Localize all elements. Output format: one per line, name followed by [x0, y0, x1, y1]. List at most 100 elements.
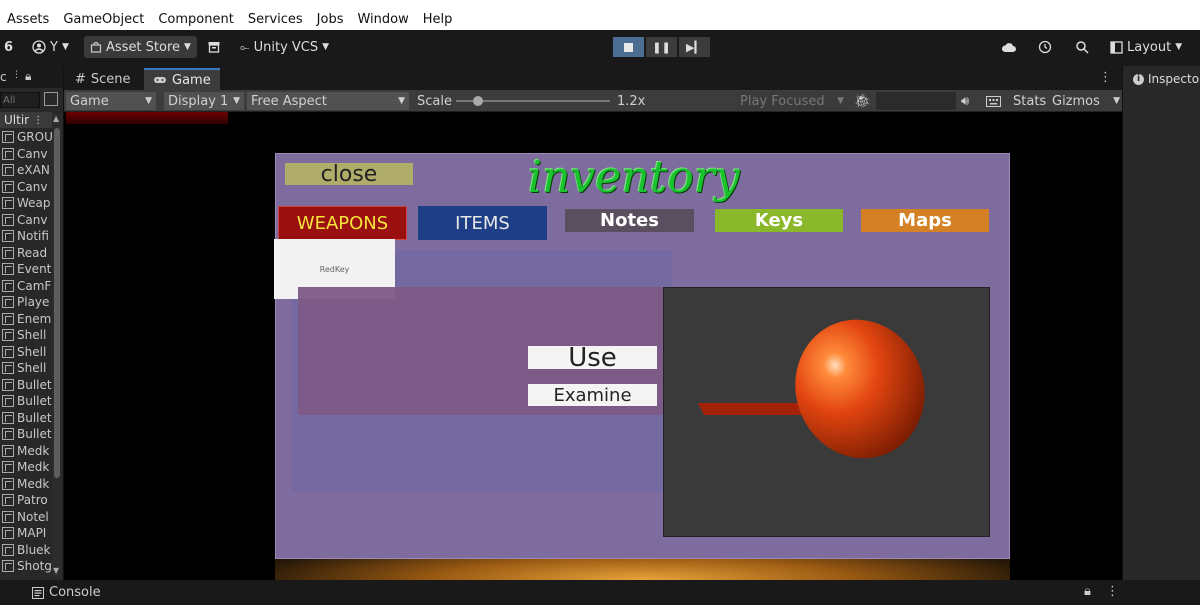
redkey-model-image — [698, 319, 925, 459]
gameobject-cube-icon — [2, 444, 14, 457]
hierarchy-tab-header: c ⋮ 🔒︎ — [0, 66, 63, 88]
hierarchy-item[interactable]: Playe — [0, 294, 52, 311]
tab-inspector[interactable]: i Inspecto — [1133, 72, 1199, 86]
hierarchy-item[interactable]: Shotg — [0, 558, 52, 575]
menu-help[interactable]: Help — [416, 12, 460, 27]
hierarchy-item[interactable]: Event — [0, 261, 52, 278]
tab-scene[interactable]: # Scene — [66, 68, 140, 90]
hierarchy-item[interactable]: Bullet — [0, 426, 52, 443]
stop-button[interactable] — [613, 37, 644, 57]
tab-keys[interactable]: Keys — [715, 209, 843, 232]
scene-red-strip — [66, 112, 228, 124]
tab-maps[interactable]: Maps — [861, 209, 989, 232]
hierarchy-item[interactable]: Medk — [0, 443, 52, 460]
history-button[interactable] — [1038, 36, 1052, 58]
search-filter-icon[interactable] — [44, 92, 58, 106]
scale-slider[interactable] — [456, 92, 610, 110]
menu-gameobject[interactable]: GameObject — [56, 12, 151, 27]
hierarchy-item[interactable]: Shell — [0, 327, 52, 344]
hierarchy-item-label: Medk — [17, 476, 50, 491]
menu-services[interactable]: Services — [241, 12, 310, 27]
more-options-icon[interactable]: ⋮ — [1106, 584, 1119, 599]
hierarchy-item[interactable]: Enem — [0, 311, 52, 328]
hierarchy-item[interactable]: Weap — [0, 195, 52, 212]
scroll-down-icon[interactable]: ▼ — [53, 566, 59, 575]
layout-icon — [1110, 40, 1123, 54]
tab-items[interactable]: ITEMS — [418, 206, 547, 240]
tab-game[interactable]: Game — [144, 68, 220, 90]
menu-component[interactable]: Component — [151, 12, 240, 27]
scroll-up-icon[interactable]: ▲ — [53, 114, 59, 123]
use-button[interactable]: Use — [528, 343, 657, 373]
stats-button[interactable]: Stats — [1013, 92, 1046, 110]
hierarchy-tab-fragment[interactable]: c — [0, 70, 7, 84]
play-mode-dropdown[interactable]: Play Focused ▼ — [736, 92, 848, 110]
hierarchy-scene-root[interactable]: Ultir ⋮ — [0, 112, 52, 128]
search-button[interactable] — [1075, 36, 1089, 58]
hierarchy-item[interactable]: Bullet — [0, 393, 52, 410]
scale-slider-knob[interactable] — [473, 96, 484, 106]
hierarchy-item[interactable]: Medk — [0, 476, 52, 493]
audio-icon[interactable]: 🔊︎ — [961, 92, 969, 110]
hierarchy-item-label: Bluek — [17, 542, 51, 557]
pause-button[interactable]: ❚❚ — [646, 37, 677, 57]
hierarchy-item[interactable]: Read — [0, 245, 52, 262]
hierarchy-item-label: Canv — [17, 212, 48, 227]
hierarchy-item[interactable]: MAPI — [0, 525, 52, 542]
bug-icon[interactable]: 🐞︎ — [854, 92, 871, 110]
cloud-button[interactable] — [1001, 36, 1017, 58]
hierarchy-item[interactable]: Patro — [0, 492, 52, 509]
hierarchy-item[interactable]: CamF — [0, 278, 52, 295]
hierarchy-item[interactable]: Shell — [0, 360, 52, 377]
tab-console[interactable]: Console — [32, 585, 101, 600]
display-dropdown[interactable]: Display 1 ▼ — [164, 92, 244, 110]
tab-weapons[interactable]: WEAPONS — [278, 206, 407, 240]
hierarchy-item[interactable]: Shell — [0, 344, 52, 361]
vcs-button[interactable]: ⟜ Unity VCS ▼ — [240, 36, 329, 58]
lock-icon[interactable]: 🔒︎ — [25, 69, 31, 84]
more-icon[interactable]: ⋮ — [33, 115, 43, 126]
hierarchy-scroll-thumb[interactable] — [54, 128, 60, 478]
close-button[interactable]: close — [285, 162, 413, 187]
play-mode-field[interactable] — [876, 92, 956, 110]
gameobject-cube-icon — [2, 345, 14, 358]
account-button[interactable]: Y ▼ — [32, 36, 69, 58]
hierarchy-item[interactable]: Canv — [0, 212, 52, 229]
hierarchy-item[interactable]: GROU — [0, 129, 52, 146]
gameobject-cube-icon — [2, 362, 14, 375]
hierarchy-item[interactable]: Canv — [0, 146, 52, 163]
account-label: Y — [50, 39, 58, 55]
asset-store-button[interactable]: Asset Store ▼ — [84, 36, 197, 58]
tab-notes[interactable]: Notes — [565, 209, 694, 232]
step-button[interactable]: ▶▎ — [679, 37, 710, 57]
menu-jobs[interactable]: Jobs — [310, 12, 351, 27]
hierarchy-item[interactable]: Bullet — [0, 377, 52, 394]
window-titlebar — [0, 0, 1200, 8]
package-icon[interactable] — [207, 36, 221, 58]
menu-assets[interactable]: Assets — [0, 12, 56, 27]
hierarchy-item[interactable]: eXAN — [0, 162, 52, 179]
hierarchy-item-label: Bullet — [17, 410, 52, 425]
gameobject-cube-icon — [2, 263, 14, 276]
keyboard-icon[interactable] — [986, 92, 1001, 110]
hierarchy-item[interactable]: Notel — [0, 509, 52, 526]
vcs-label: Unity VCS — [253, 39, 319, 55]
hierarchy-item-label: Playe — [17, 295, 50, 310]
gameobject-cube-icon — [2, 477, 14, 490]
view-mode-dropdown[interactable]: Game ▼ — [66, 92, 156, 110]
examine-button[interactable]: Examine — [528, 384, 657, 406]
chevron-down-icon: ▼ — [1175, 42, 1183, 52]
tab-game-label: Game — [172, 72, 211, 88]
lock-icon[interactable]: 🔒︎ — [1084, 584, 1091, 599]
menu-window[interactable]: Window — [350, 12, 415, 27]
hierarchy-search-input[interactable] — [0, 92, 40, 108]
hierarchy-item[interactable]: Notifi — [0, 228, 52, 245]
hierarchy-item[interactable]: Canv — [0, 179, 52, 196]
aspect-dropdown[interactable]: Free Aspect ▼ — [247, 92, 409, 110]
gizmos-dropdown[interactable]: Gizmos ▼ — [1052, 92, 1120, 110]
more-options-icon[interactable]: ⋮ — [1099, 70, 1112, 85]
hierarchy-item[interactable]: Medk — [0, 459, 52, 476]
layout-dropdown[interactable]: Layout ▼ — [1110, 36, 1182, 58]
hierarchy-item[interactable]: Bluek — [0, 542, 52, 559]
hierarchy-item[interactable]: Bullet — [0, 410, 52, 427]
